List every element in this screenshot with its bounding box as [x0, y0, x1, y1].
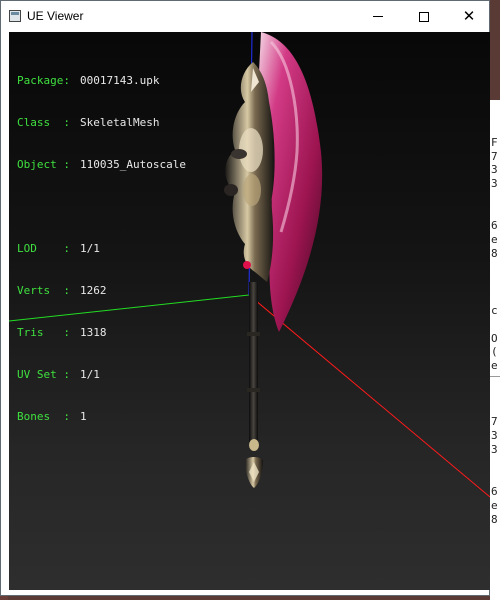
bg-text-line: 3: [491, 177, 498, 190]
background-window: F 7 3 3 6 e 8 c O ( e 7 3 3 6 e 8: [490, 100, 500, 600]
shaft-band: [247, 332, 260, 336]
window-title: UE Viewer: [27, 9, 84, 23]
info-uvset: UV Set :1/1: [17, 368, 100, 381]
close-button[interactable]: ✕: [447, 1, 491, 32]
maximize-icon: [419, 11, 429, 22]
pommel-ring: [249, 439, 259, 451]
ornament-knob: [231, 149, 247, 159]
bg-text-line: 6: [491, 219, 498, 232]
close-icon: ✕: [462, 7, 476, 25]
bg-text-line: e: [491, 499, 498, 512]
bg-text-line: e: [491, 233, 498, 246]
bg-text-line: c: [491, 304, 498, 317]
bg-text-line: 6: [491, 485, 498, 498]
bg-text-line: 7: [491, 415, 498, 428]
bg-text-line: 8: [491, 513, 498, 526]
metal-reflection: [243, 174, 261, 206]
app-icon[interactable]: [9, 10, 21, 22]
bg-text-line: 3: [491, 443, 498, 456]
minimize-icon: [373, 16, 383, 17]
bg-text-line: (: [491, 345, 498, 358]
info-tris: Tris :1318: [17, 326, 107, 339]
info-lod: LOD :1/1: [17, 242, 100, 255]
bg-text-line: e: [491, 359, 498, 372]
info-package: Package: 00017143.upk: [17, 74, 160, 87]
title-bar[interactable]: UE Viewer ✕: [1, 1, 489, 32]
bg-text-line: F: [491, 136, 498, 149]
ue-viewer-window[interactable]: UE Viewer ✕ Package: 00017143.upk Class …: [0, 0, 490, 596]
bg-text-line: 8: [491, 247, 498, 260]
info-object: Object :110035_Autoscale: [17, 158, 186, 171]
bg-text-line: 7: [491, 150, 498, 163]
3d-viewport[interactable]: Package: 00017143.upk Class : SkeletalMesh…: [9, 32, 490, 590]
bg-text-line: 3: [491, 163, 498, 176]
shaft-band: [247, 388, 260, 392]
maximize-button[interactable]: [401, 1, 447, 32]
axe-head-ornate: [225, 62, 275, 282]
red-gem: [243, 261, 251, 269]
bg-text-line: O: [491, 332, 498, 345]
info-bones: Bones :1: [17, 410, 87, 423]
ornament-knob: [224, 184, 238, 196]
bg-divider: [490, 376, 500, 377]
mesh-info-overlay: Package: 00017143.upk Class : SkeletalMesh…: [17, 46, 186, 452]
info-class: Class : SkeletalMesh: [17, 116, 160, 129]
info-verts: Verts :1262: [17, 284, 107, 297]
bg-text-line: 3: [491, 429, 498, 442]
axe-shaft: [249, 282, 258, 442]
minimize-button[interactable]: [355, 1, 401, 32]
x-axis-line: [248, 294, 490, 498]
